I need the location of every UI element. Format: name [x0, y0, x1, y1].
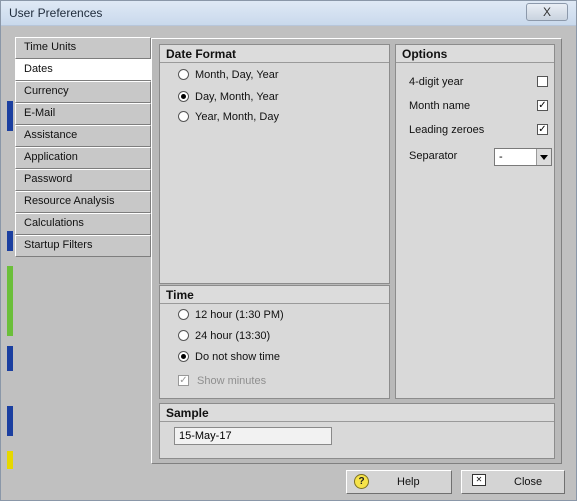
chevron-down-icon[interactable]: [536, 149, 551, 165]
option-label: Do not show time: [195, 351, 280, 363]
separator-value: -: [499, 151, 503, 163]
option-label: 24 hour (13:30): [195, 330, 271, 342]
help-button-label: Help: [397, 476, 420, 488]
option-label: 12 hour (1:30 PM): [195, 309, 284, 321]
radio-button[interactable]: [178, 111, 189, 122]
radio-button[interactable]: [178, 69, 189, 80]
left-edge-strip-blue-4: [7, 406, 13, 436]
close-button[interactable]: ✕ Close: [461, 470, 565, 494]
leading-zeroes-label: Leading zeroes: [409, 124, 485, 136]
separator-dropdown[interactable]: -: [494, 148, 552, 166]
close-window-icon: ✕: [472, 474, 486, 486]
dates-settings-panel: Date Format Month, Day, Year Day, Month,…: [151, 38, 562, 464]
window-close-button[interactable]: X: [526, 3, 568, 21]
sample-group: Sample 15-May-17: [159, 403, 555, 459]
nav-item-label: Calculations: [24, 217, 84, 229]
nav-item-calculations[interactable]: Calculations: [15, 213, 151, 235]
options-group: Options 4-digit year Month name ✓ Leadin…: [395, 44, 555, 399]
nav-item-currency[interactable]: Currency: [15, 81, 151, 103]
sample-header: Sample: [160, 404, 554, 422]
radio-button-selected[interactable]: [178, 351, 189, 362]
show-minutes-label: Show minutes: [197, 375, 267, 387]
help-button[interactable]: ? Help: [346, 470, 452, 494]
nav-item-email[interactable]: E-Mail: [15, 103, 151, 125]
nav-item-label: Assistance: [24, 129, 78, 141]
option-label: Month, Day, Year: [195, 69, 279, 81]
separator-label: Separator: [409, 150, 458, 162]
sample-date-field: 15-May-17: [174, 427, 332, 445]
options-header: Options: [396, 45, 554, 63]
nav-item-label: Resource Analysis: [24, 195, 115, 207]
radio-button-selected[interactable]: [178, 91, 189, 102]
left-edge-strip-blue-2: [7, 231, 13, 251]
leading-zeroes-checkbox[interactable]: ✓: [537, 124, 548, 135]
date-format-option-ymd[interactable]: Year, Month, Day: [178, 111, 279, 123]
nav-item-label: Application: [24, 151, 78, 163]
date-format-option-mdy[interactable]: Month, Day, Year: [178, 69, 279, 81]
time-option-12-hour[interactable]: 12 hour (1:30 PM): [178, 309, 284, 321]
nav-item-application[interactable]: Application: [15, 147, 151, 169]
date-format-header: Date Format: [160, 45, 389, 63]
radio-button[interactable]: [178, 330, 189, 341]
four-digit-year-checkbox[interactable]: [537, 76, 548, 87]
left-edge-strip-blue-3: [7, 346, 13, 371]
four-digit-year-label: 4-digit year: [409, 76, 464, 88]
help-icon: ?: [354, 474, 369, 489]
nav-item-time-units[interactable]: Time Units: [15, 37, 151, 59]
date-format-option-dmy[interactable]: Day, Month, Year: [178, 91, 279, 103]
left-edge-strip-yellow: [7, 451, 13, 469]
nav-item-label: Time Units: [24, 41, 77, 53]
option-label: Day, Month, Year: [195, 91, 279, 103]
month-name-checkbox[interactable]: ✓: [537, 100, 548, 111]
nav-item-label: Currency: [24, 85, 69, 97]
show-minutes-checkbox[interactable]: ✓: [178, 375, 189, 386]
left-edge-strip-blue: [7, 101, 13, 131]
nav-item-password[interactable]: Password: [15, 169, 151, 191]
time-group: Time 12 hour (1:30 PM) 24 hour (13:30) D…: [159, 285, 390, 399]
nav-item-label: Dates: [24, 63, 53, 75]
nav-item-assistance[interactable]: Assistance: [15, 125, 151, 147]
nav-item-label: Startup Filters: [24, 239, 93, 251]
window-title: User Preferences: [9, 6, 103, 20]
user-preferences-window: User Preferences X Time Units Dates Curr…: [0, 0, 577, 501]
nav-item-resource-analysis[interactable]: Resource Analysis: [15, 191, 151, 213]
radio-button[interactable]: [178, 309, 189, 320]
nav-item-dates[interactable]: Dates: [15, 59, 155, 81]
nav-item-startup-filters[interactable]: Startup Filters: [15, 235, 151, 257]
close-x-icon: X: [542, 5, 551, 19]
close-button-label: Close: [514, 476, 543, 488]
nav-item-label: E-Mail: [24, 107, 56, 119]
time-option-do-not-show[interactable]: Do not show time: [178, 351, 280, 363]
nav-item-label: Password: [24, 173, 73, 185]
time-option-24-hour[interactable]: 24 hour (13:30): [178, 330, 270, 342]
title-bar[interactable]: User Preferences X: [1, 1, 576, 26]
left-edge-strip-green: [7, 266, 13, 336]
time-header: Time: [160, 286, 389, 304]
month-name-label: Month name: [409, 100, 471, 112]
date-format-group: Date Format Month, Day, Year Day, Month,…: [159, 44, 390, 284]
preferences-nav: Time Units Dates Currency E-Mail Assista…: [15, 37, 155, 261]
option-label: Year, Month, Day: [195, 111, 279, 123]
